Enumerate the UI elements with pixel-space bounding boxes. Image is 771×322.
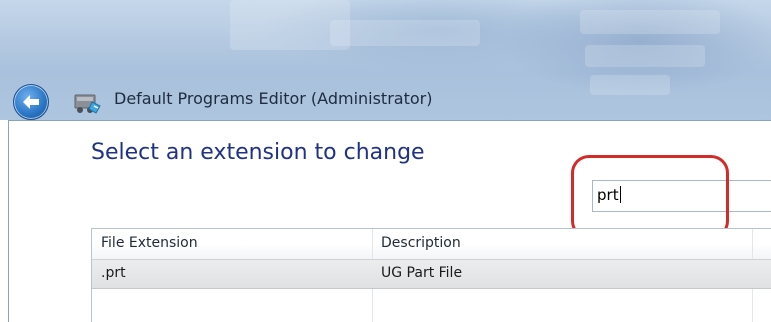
extension-list[interactable]: File Extension Description .prt UG Part …: [91, 228, 771, 322]
glass-reflection: [580, 10, 720, 34]
cell-file-extension: .prt: [101, 265, 126, 281]
window-title: Default Programs Editor (Administrator): [114, 89, 433, 108]
glass-reflection: [585, 45, 705, 67]
table-row[interactable]: .prt UG Part File: [92, 259, 771, 289]
list-header: File Extension Description: [92, 229, 771, 260]
cell-description: UG Part File: [381, 265, 463, 281]
client-area: Select an extension to change prt File E…: [8, 120, 771, 322]
glass-reflection: [590, 75, 670, 95]
glass-reflection: [330, 20, 480, 46]
column-header-description[interactable]: Description: [372, 229, 752, 259]
back-button[interactable]: [13, 84, 49, 120]
page-title: Select an extension to change: [91, 140, 425, 165]
back-arrow-icon: [23, 95, 39, 109]
column-header-file-extension[interactable]: File Extension: [92, 229, 372, 259]
title-bar: Default Programs Editor (Administrator): [0, 0, 771, 120]
default-programs-editor-icon: [72, 86, 102, 116]
window: Default Programs Editor (Administrator) …: [0, 0, 771, 322]
highlight-annotation: [571, 155, 729, 239]
